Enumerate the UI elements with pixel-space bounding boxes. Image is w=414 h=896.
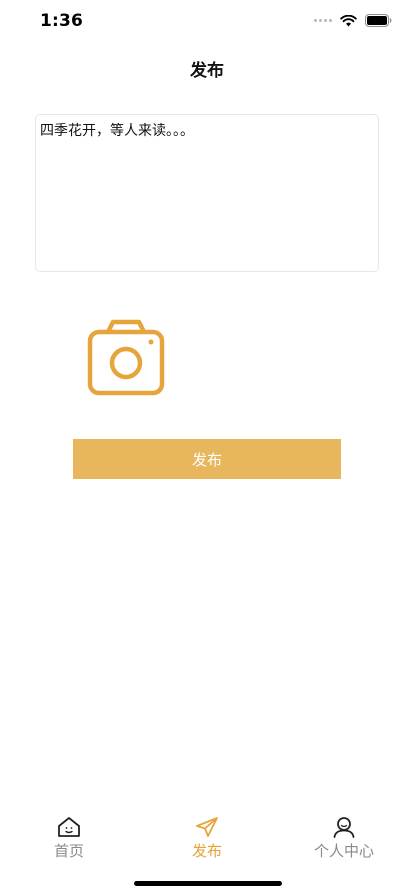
home-indicator <box>134 881 282 886</box>
status-bar: 1:36 <box>0 0 414 44</box>
send-icon <box>196 817 218 837</box>
tab-publish-label: 发布 <box>191 842 222 860</box>
camera-icon <box>87 319 165 396</box>
battery-icon <box>365 14 392 27</box>
tab-home-label: 首页 <box>53 842 84 860</box>
publish-button[interactable]: 发布 <box>73 439 341 479</box>
add-photo-button[interactable] <box>86 316 166 398</box>
tab-profile[interactable]: 个人中心 <box>289 816 399 861</box>
wifi-icon <box>340 14 357 26</box>
tab-publish[interactable]: 发布 <box>152 816 262 861</box>
tab-profile-label: 个人中心 <box>313 842 374 860</box>
home-icon <box>58 817 80 837</box>
status-time: 1:36 <box>40 11 84 31</box>
signal-icon <box>314 19 332 22</box>
page-title: 发布 <box>190 61 224 81</box>
status-icons <box>314 14 392 27</box>
person-icon <box>333 817 355 838</box>
tab-home[interactable]: 首页 <box>14 816 124 861</box>
post-text-input[interactable]: 四季花开，等人来读。。。 <box>35 114 379 272</box>
